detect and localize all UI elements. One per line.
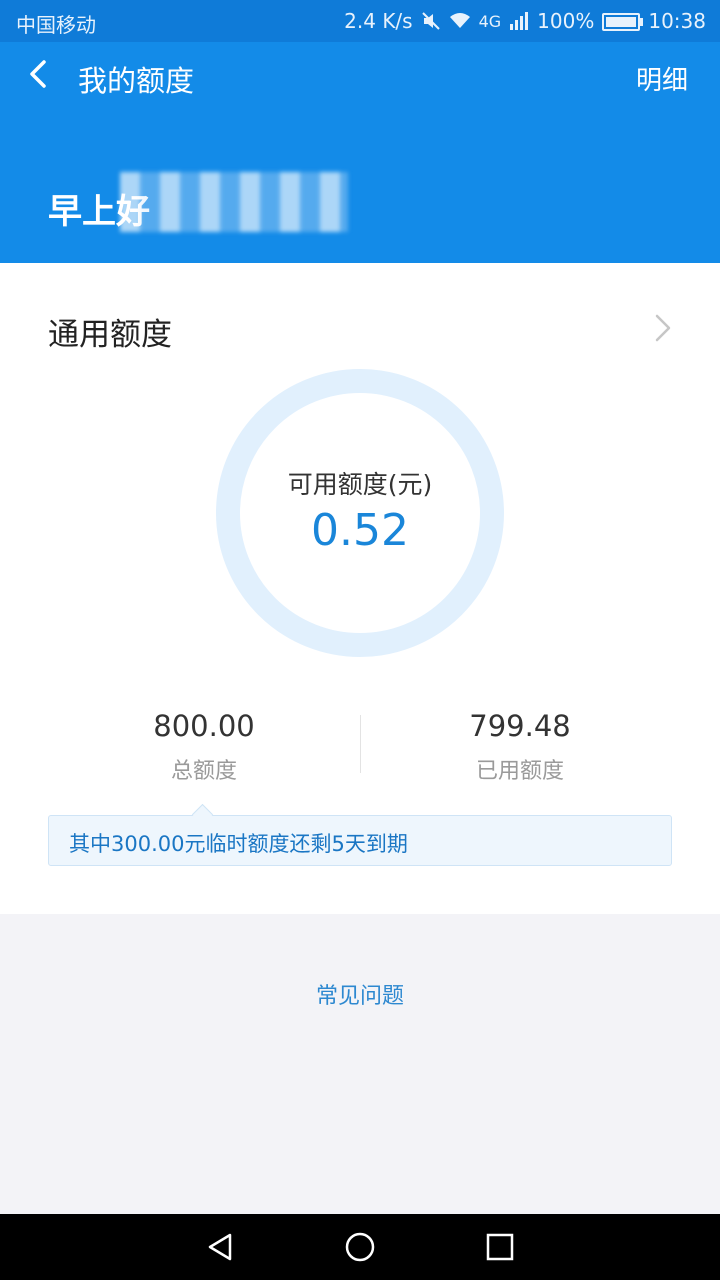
chevron-right-icon[interactable] <box>652 313 674 343</box>
notice-text: 其中300.00元临时额度还剩5天到期 <box>69 832 408 856</box>
battery-icon <box>602 13 644 31</box>
mute-icon <box>421 12 440 30</box>
total-credit: 800.00 总额度 <box>24 709 384 785</box>
clock: 10:38 <box>648 9 706 33</box>
back-arrow-icon[interactable] <box>22 56 58 92</box>
used-credit-label: 已用额度 <box>475 759 564 784</box>
network-type: 4G <box>478 11 502 31</box>
faq-link[interactable]: 常见问题 <box>0 978 720 1010</box>
carrier-name: 中国移动 <box>16 13 96 37</box>
detail-button[interactable]: 明细 <box>636 60 688 97</box>
used-credit: 799.48 已用额度 <box>360 709 680 785</box>
total-credit-label: 总额度 <box>170 759 237 784</box>
credit-ring: 可用额度(元) 0.52 <box>216 369 504 657</box>
app-bar: 我的额度 明细 <box>0 42 720 109</box>
status-icons: 2.4 K/s 4G 100% 10:38 <box>344 9 706 33</box>
signal-icon <box>510 12 529 30</box>
page-title: 我的额度 <box>78 64 195 98</box>
system-nav-bar <box>0 1214 720 1280</box>
notice-pointer <box>191 803 214 826</box>
recents-square-icon[interactable] <box>484 1231 516 1263</box>
section-title: 通用额度 <box>48 317 172 353</box>
battery-percent: 100% <box>537 9 595 33</box>
status-bar: 中国移动 2.4 K/s 4G 100% 10:38 <box>0 0 720 42</box>
available-amount: 0.52 <box>311 505 409 556</box>
greeting-banner: 早上好 <box>0 108 720 263</box>
temporary-credit-notice: 其中300.00元临时额度还剩5天到期 <box>48 803 672 866</box>
used-credit-value: 799.48 <box>469 709 571 743</box>
total-credit-value: 800.00 <box>153 709 255 743</box>
blurred-username <box>120 172 348 232</box>
available-label: 可用额度(元) <box>287 470 433 499</box>
network-speed: 2.4 K/s <box>344 9 413 33</box>
credit-card: 通用额度 可用额度(元) 0.52 800.00 总额度 799.48 已用额度… <box>0 263 720 914</box>
home-circle-icon[interactable] <box>344 1231 376 1263</box>
wifi-icon <box>449 13 470 28</box>
back-triangle-icon[interactable] <box>204 1231 236 1263</box>
